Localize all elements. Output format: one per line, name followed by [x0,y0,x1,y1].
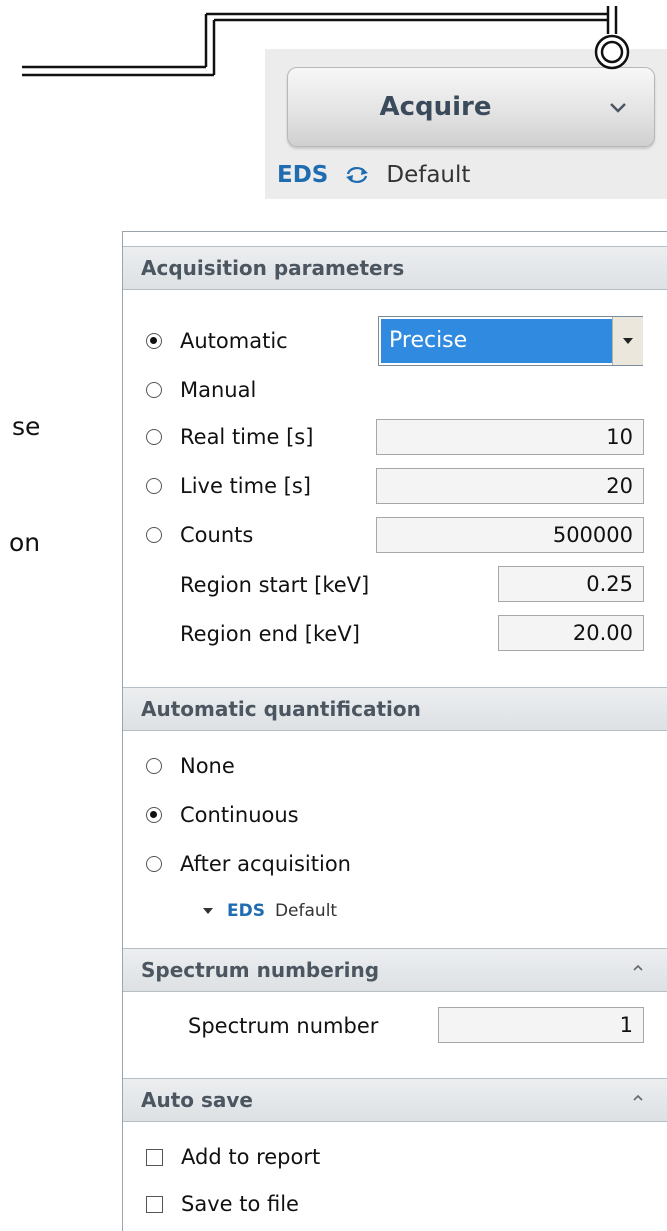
section-header-spectrum-numbering[interactable]: Spectrum numbering [123,948,667,992]
real-time-field[interactable]: 10 [376,419,644,455]
region-end-label: Region end [keV] [180,622,360,646]
radio-quant-after-acquisition[interactable]: After acquisition [123,847,351,881]
section-header-acquisition-parameters[interactable]: Acquisition parameters [123,246,667,290]
section-title: Automatic quantification [141,697,421,721]
checkbox[interactable] [146,1148,163,1166]
connector-ring-icon [594,34,630,70]
spectrum-number-label: Spectrum number [188,1014,379,1038]
detector-label: EDS [227,901,265,921]
radio-button[interactable] [146,758,162,774]
section-title: Spectrum numbering [141,958,380,982]
radio-button[interactable] [146,333,162,349]
spectrum-number-field[interactable]: 1 [438,1007,644,1043]
radio-automatic[interactable]: Automatic [123,324,288,358]
radio-counts[interactable]: Counts [123,518,253,552]
section-title: Auto save [141,1088,253,1112]
radio-label: Automatic [180,329,288,353]
chevron-up-icon[interactable] [631,963,645,973]
radio-button[interactable] [146,478,162,494]
section-title: Acquisition parameters [141,256,405,280]
radio-label: Manual [180,378,257,402]
region-start-label: Region start [keV] [180,573,370,597]
region-start-field[interactable]: 0.25 [498,566,644,602]
recipe-label: Default [274,901,338,921]
acquire-button-label: Acquire [379,92,492,122]
clipped-text-line-1: se [12,412,41,441]
radio-quant-none[interactable]: None [123,749,235,783]
counts-field[interactable]: 500000 [376,517,644,553]
clipped-text-line-2: on [9,528,41,557]
quant-recipe-selector[interactable]: EDS Default [203,901,337,921]
expand-triangle-icon[interactable] [203,908,213,914]
recipe-label[interactable]: Default [386,162,470,188]
detector-label[interactable]: EDS [277,162,328,188]
radio-label: Live time [s] [180,474,312,498]
radio-button[interactable] [146,856,162,872]
section-header-auto-save[interactable]: Auto save [123,1078,667,1122]
section-header-automatic-quantification[interactable]: Automatic quantification [123,687,667,731]
select-value: Precise [381,319,612,363]
radio-quant-continuous[interactable]: Continuous [123,798,299,832]
radio-label: Counts [180,523,254,547]
live-time-field[interactable]: 20 [376,468,644,504]
radio-label: Continuous [180,803,299,827]
radio-button[interactable] [146,527,162,543]
radio-label: None [180,754,235,778]
region-end-field[interactable]: 20.00 [498,615,644,651]
radio-button[interactable] [146,429,162,445]
checkbox-label: Save to file [181,1192,299,1216]
sync-arrows-icon[interactable] [342,164,372,186]
checkbox[interactable] [146,1195,163,1213]
radio-label: Real time [s] [180,425,314,449]
chevron-down-icon[interactable] [606,100,630,116]
checkbox-add-to-report[interactable]: Add to report [123,1140,320,1174]
acquisition-settings-panel: Acquisition parameters Automatic Precise… [122,231,667,1231]
checkbox-save-to-file[interactable]: Save to file [123,1187,299,1221]
radio-manual[interactable]: Manual [123,373,256,407]
radio-live-time[interactable]: Live time [s] [123,469,311,503]
acquisition-mode-select[interactable]: Precise [378,316,643,366]
radio-button[interactable] [146,807,162,823]
radio-button[interactable] [146,382,162,398]
radio-real-time[interactable]: Real time [s] [123,420,313,454]
checkbox-label: Add to report [181,1145,321,1169]
radio-label: After acquisition [180,852,351,876]
dropdown-arrow-icon[interactable] [612,317,643,365]
acquire-status-bar: EDS Default [277,159,470,191]
chevron-up-icon[interactable] [631,1093,645,1103]
